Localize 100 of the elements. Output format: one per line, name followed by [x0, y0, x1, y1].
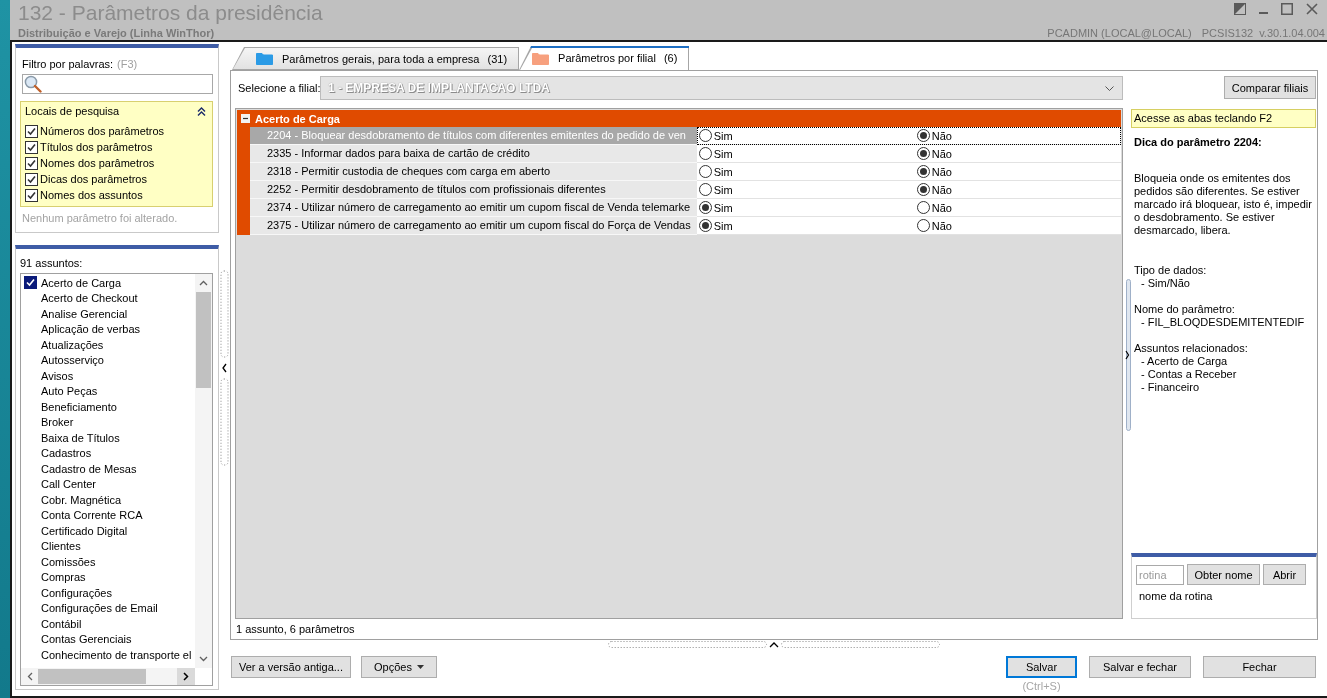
subject-item[interactable]: Baixa de Títulos: [41, 430, 120, 445]
hint-heading: Nome do parâmetro:: [1134, 303, 1235, 316]
shortcut-hint: (Ctrl+S): [1022, 680, 1061, 692]
vertical-scrollbar[interactable]: [195, 274, 212, 668]
subject-item[interactable]: Compras: [41, 570, 86, 585]
radio-button[interactable]: [698, 129, 712, 142]
hint-heading: Tipo de dados:: [1134, 264, 1207, 277]
splitter-handle[interactable]: [220, 270, 229, 466]
subject-item[interactable]: Certificado Digital: [41, 523, 128, 538]
chevron-down-icon: [1105, 85, 1114, 91]
radio-label: Sim: [713, 146, 733, 161]
hint-item: - Financeiro: [1140, 381, 1200, 394]
radio-button[interactable]: [916, 219, 930, 232]
tab[interactable]: Parâmetros por filial (6): [519, 46, 690, 70]
subject-item[interactable]: Clientes: [41, 539, 81, 554]
button[interactable]: Abrir: [1263, 564, 1306, 585]
caret-down-icon: [416, 665, 424, 669]
parameter-label[interactable]: 2374 - Utilizar número de carregamento ao emitir um cupom fiscal de Venda telemarke: [250, 199, 697, 217]
shortcut-hint: (F3): [117, 57, 138, 71]
subject-item[interactable]: Contábil: [41, 616, 82, 631]
button[interactable]: Obter nome: [1187, 564, 1260, 585]
subject-item[interactable]: Acerto de Carga: [41, 275, 122, 290]
radio-button[interactable]: [698, 219, 712, 232]
close-icon[interactable]: [1306, 3, 1318, 15]
checkbox[interactable]: [25, 140, 38, 154]
parameter-label[interactable]: 2252 - Permitir desdobramento de títulos com profissionais diferentes: [250, 181, 697, 199]
splitter-handle[interactable]: [1124, 279, 1131, 431]
radio-button[interactable]: [698, 183, 712, 196]
radio-button[interactable]: [698, 147, 712, 160]
subject-item[interactable]: Cobr. Magnética: [41, 492, 122, 507]
button[interactable]: Opções: [361, 656, 437, 678]
maximize-icon[interactable]: [1281, 3, 1293, 15]
radio-label: Sim: [713, 218, 733, 233]
button[interactable]: Salvar: [1006, 656, 1077, 678]
checkbox[interactable]: [24, 276, 37, 290]
radio-button[interactable]: [698, 165, 712, 178]
checkbox[interactable]: [25, 156, 38, 170]
checkbox-label: Títulos dos parâmetros: [40, 140, 153, 154]
subject-item[interactable]: Cadastro de Mesas: [41, 461, 137, 476]
tab[interactable]: Parâmetros gerais, para toda a empresa (31): [232, 47, 520, 70]
section-title: Locais de pesquisa: [25, 105, 120, 118]
radio-label: Não: [931, 182, 952, 197]
radio-button[interactable]: [916, 147, 930, 160]
subject-item[interactable]: Avisos: [41, 368, 74, 383]
subject-item[interactable]: Configurações: [41, 585, 112, 600]
subject-item[interactable]: Autosserviço: [41, 353, 104, 368]
hint-item: - FIL_BLOQDESDEMITENTEDIF: [1140, 316, 1305, 329]
radio-button[interactable]: [916, 165, 930, 178]
window-subtitle: Distribuição e Varejo (Linha WinThor): [18, 27, 215, 39]
subject-item[interactable]: Cadastros: [41, 446, 92, 461]
checkbox-label: Números dos parâmetros: [40, 124, 165, 138]
radio-button[interactable]: [916, 201, 930, 214]
user-info: PCADMIN (LOCAL@LOCAL): [1047, 27, 1192, 39]
radio-button[interactable]: [916, 183, 930, 196]
radio-button[interactable]: [698, 201, 712, 214]
grid-status: 1 assunto, 6 parâmetros: [235, 622, 356, 637]
splitter-handle[interactable]: [608, 641, 940, 649]
hint-heading: Assuntos relacionados:: [1134, 342, 1248, 355]
collapse-icon[interactable]: [241, 114, 250, 123]
filter-label: Filtro por palavras:: [22, 57, 114, 71]
subject-item[interactable]: Auto Peças: [41, 384, 98, 399]
search-field[interactable]: [22, 74, 213, 94]
hint-description: Bloqueia onde os emitentes dos pedidos são diferentes. Se estiver marcado irá bloquear, isto é, impedir o desdobramento. Se estiver desmarcado, libera.: [1133, 172, 1313, 237]
horizontal-scrollbar[interactable]: [21, 668, 195, 685]
group-title: Acerto de Carga: [255, 111, 340, 126]
button[interactable]: Salvar e fechar: [1089, 656, 1191, 678]
checkbox[interactable]: [25, 172, 38, 186]
parameter-label[interactable]: 2335 - Informar dados para baixa de cartão de crédito: [250, 145, 697, 163]
checkbox[interactable]: [25, 124, 38, 138]
radio-label: Não: [931, 128, 952, 143]
radio-label: Não: [931, 200, 952, 215]
parameter-label[interactable]: 2375 - Utilizar número de carregamento ao emitir um cupom fiscal do Força de Vendas: [250, 217, 697, 235]
parameter-label[interactable]: 2318 - Permitir custodia de cheques com carga em aberto: [250, 163, 697, 181]
subject-item[interactable]: Beneficiamento: [41, 399, 117, 414]
subject-item[interactable]: Contas Gerenciais: [41, 632, 132, 647]
checkbox[interactable]: [25, 188, 38, 202]
subject-item[interactable]: Broker: [41, 415, 74, 430]
radio-button[interactable]: [916, 129, 930, 142]
routine-input[interactable]: rotina: [1136, 564, 1184, 585]
hint-item: - Contas a Receber: [1140, 368, 1237, 381]
double-chevron-up-icon[interactable]: [197, 107, 206, 116]
subject-item[interactable]: Analise Gerencial: [41, 306, 128, 321]
subject-item[interactable]: Conta Corrente RCA: [41, 508, 143, 523]
change-status: Nenhum parâmetro foi alterado.: [22, 211, 179, 225]
version-text: v.30.1.04.004: [1259, 27, 1325, 39]
radio-label: Não: [931, 218, 952, 233]
subject-item[interactable]: Comissões: [41, 554, 96, 569]
subject-item[interactable]: Atualizações: [41, 337, 104, 352]
subject-item[interactable]: Aplicação de verbas: [41, 322, 141, 337]
subject-item[interactable]: Configurações de Email: [41, 601, 158, 616]
compare-button[interactable]: Comparar filiais: [1224, 76, 1316, 99]
subject-item[interactable]: Acerto de Checkout: [41, 291, 138, 306]
diagonal-square-icon[interactable]: [1234, 3, 1246, 15]
hint-banner: Acesse as abas teclando F2: [1131, 109, 1316, 128]
subject-item[interactable]: Call Center: [41, 477, 97, 492]
button[interactable]: Ver a versão antiga...: [231, 656, 351, 678]
subject-item[interactable]: Conhecimento de transporte el: [41, 647, 192, 662]
button[interactable]: Fechar: [1203, 656, 1316, 678]
radio-label: Sim: [713, 182, 733, 197]
hint-item: - Acerto de Carga: [1140, 355, 1228, 368]
